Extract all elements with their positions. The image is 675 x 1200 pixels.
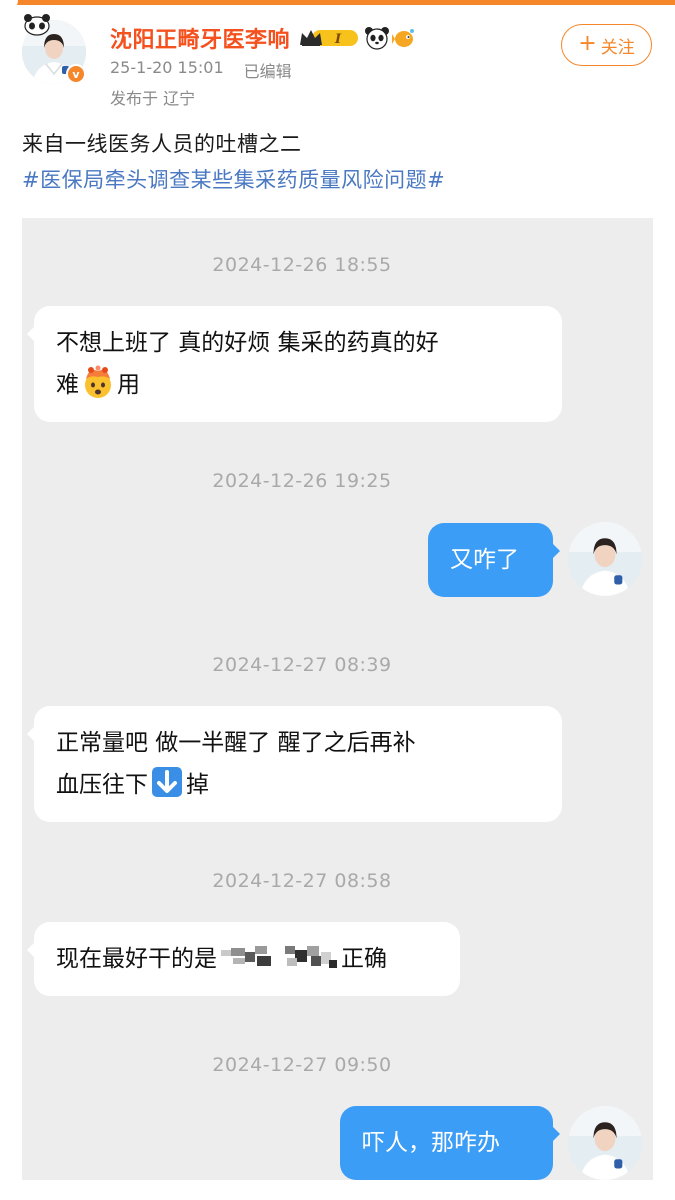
chat-timestamp: 2024-12-27 08:39 xyxy=(212,654,392,676)
message-line: 难 用 xyxy=(56,364,540,406)
edited-label[interactable]: 已编辑 xyxy=(244,58,292,82)
chat-bubble-outgoing: 吓人，那咋办 xyxy=(340,1106,560,1180)
crown-level-badge-icon[interactable]: I xyxy=(298,27,360,49)
post-text: 来自一线医务人员的吐槽之二 xyxy=(22,132,302,156)
message-text: 掉 xyxy=(186,772,209,798)
chat-bubble-outgoing: 又咋了 xyxy=(428,523,560,597)
verified-badge-icon: v xyxy=(66,64,86,84)
avatar[interactable] xyxy=(568,522,642,596)
level-badge-text: I xyxy=(334,32,342,47)
down-arrow-icon xyxy=(152,767,182,797)
redacted-text-mosaic xyxy=(221,946,337,968)
message-text: 用 xyxy=(117,372,140,398)
chat-bubble-incoming: 正常量吧 做一半醒了 醒了之后再补 血压往下 掉 xyxy=(27,706,562,822)
message-text: 难 xyxy=(56,372,79,398)
chat-timestamp: 2024-12-26 19:25 xyxy=(212,470,392,492)
chat-bubble-incoming: 现在最好干的是 正确 xyxy=(27,922,460,996)
post-location: 发布于 辽宁 xyxy=(110,89,196,108)
chat-timestamp: 2024-12-27 09:50 xyxy=(212,1054,392,1076)
message-text: 血压往下 xyxy=(56,772,148,798)
message-line: 正常量吧 做一半醒了 醒了之后再补 xyxy=(56,730,416,756)
author-avatar-wrap[interactable]: v xyxy=(22,14,90,84)
chat-screenshot[interactable]: 2024-12-26 18:55 不想上班了 真的好烦 集采的药真的好 难 用 … xyxy=(22,218,653,1180)
top-accent-notch xyxy=(0,0,18,14)
message-text: 正确 xyxy=(341,946,387,972)
username-row: 沈阳正畸牙医李响 I xyxy=(110,22,416,54)
panda-decoration-icon xyxy=(24,14,50,36)
top-accent-bar xyxy=(0,0,675,5)
exploding-head-icon xyxy=(85,365,111,398)
follow-label: 关注 xyxy=(600,37,635,58)
fish-badge-icon[interactable] xyxy=(392,27,416,49)
post-meta: 25-1-20 15:01 已编辑 xyxy=(110,58,292,82)
panda-badge-icon[interactable] xyxy=(364,26,390,50)
message-line: 不想上班了 真的好烦 集采的药真的好 xyxy=(56,330,439,356)
username[interactable]: 沈阳正畸牙医李响 xyxy=(110,22,290,54)
post-hashtag[interactable]: #医保局牵头调查某些集采药质量风险问题# xyxy=(22,164,445,194)
plus-icon: + xyxy=(578,31,597,56)
bottom-spacer xyxy=(0,1180,675,1200)
chat-bubble-incoming: 不想上班了 真的好烦 集采的药真的好 难 用 xyxy=(27,306,562,422)
avatar[interactable] xyxy=(568,1106,642,1180)
message-text: 现在最好干的是 xyxy=(56,946,217,972)
post-timestamp: 25-1-20 15:01 xyxy=(110,58,224,77)
message-line: 血压往下 掉 xyxy=(56,764,540,806)
chat-timestamp: 2024-12-27 08:58 xyxy=(212,870,392,892)
chat-timestamp: 2024-12-26 18:55 xyxy=(212,254,392,276)
follow-button[interactable]: + 关注 xyxy=(561,24,652,66)
